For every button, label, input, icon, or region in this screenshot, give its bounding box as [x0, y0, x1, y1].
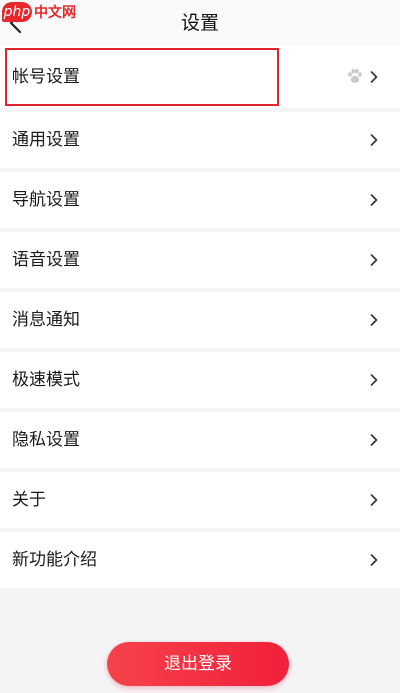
settings-item-label: 消息通知 — [12, 310, 80, 330]
chevron-right-icon — [370, 194, 378, 206]
chevron-right-icon — [370, 554, 378, 566]
paw-icon — [348, 68, 362, 84]
chevron-right-icon — [370, 374, 378, 386]
chevron-right-icon — [370, 71, 378, 83]
watermark-badge: php — [2, 2, 32, 22]
logout-button[interactable]: 退出登录 — [107, 642, 289, 686]
settings-item-speed-mode[interactable]: 极速模式 — [0, 352, 400, 408]
chevron-right-icon — [370, 494, 378, 506]
settings-item-label: 极速模式 — [12, 370, 80, 390]
logout-area: 退出登录 — [0, 636, 400, 693]
settings-item-label: 语音设置 — [12, 250, 80, 270]
settings-item-navigation[interactable]: 导航设置 — [0, 172, 400, 228]
settings-item-label: 隐私设置 — [12, 430, 80, 450]
settings-item-account[interactable]: 帐号设置 — [0, 46, 400, 108]
settings-item-label: 导航设置 — [12, 190, 80, 210]
chevron-right-icon — [370, 314, 378, 326]
php-watermark: php 中文网 — [2, 2, 88, 24]
settings-list: 帐号设置 通用设置 导航设置 语音设置 消息通知 极速模式 隐私设置 关于 新功… — [0, 46, 400, 592]
settings-item-privacy[interactable]: 隐私设置 — [0, 412, 400, 468]
chevron-right-icon — [370, 134, 378, 146]
settings-item-general[interactable]: 通用设置 — [0, 112, 400, 168]
settings-item-label: 关于 — [12, 490, 46, 510]
settings-item-label: 新功能介绍 — [12, 550, 97, 570]
settings-item-new-features[interactable]: 新功能介绍 — [0, 532, 400, 588]
chevron-right-icon — [370, 254, 378, 266]
settings-item-voice[interactable]: 语音设置 — [0, 232, 400, 288]
settings-item-label: 帐号设置 — [12, 67, 80, 87]
settings-item-about[interactable]: 关于 — [0, 472, 400, 528]
settings-item-notifications[interactable]: 消息通知 — [0, 292, 400, 348]
watermark-site-text: 中文网 — [34, 5, 76, 21]
chevron-right-icon — [370, 434, 378, 446]
settings-item-label: 通用设置 — [12, 130, 80, 150]
